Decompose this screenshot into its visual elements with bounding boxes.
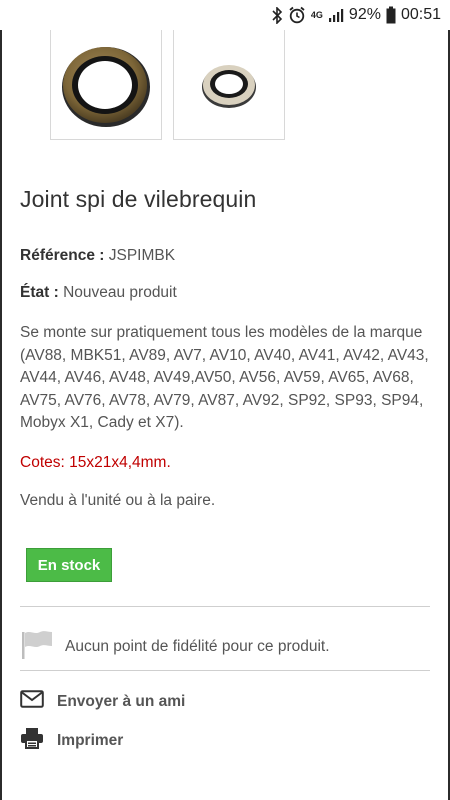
send-to-friend-link[interactable]: Envoyer à un ami <box>20 690 185 713</box>
product-thumbnail-2[interactable] <box>173 30 285 140</box>
bluetooth-icon <box>271 6 283 24</box>
oil-seal-image <box>202 64 256 108</box>
loyalty-text: Aucun point de fidélité pour ce produit. <box>65 637 330 655</box>
loyalty-info: Aucun point de fidélité pour ce produit. <box>20 628 330 665</box>
stock-badge: En stock <box>26 548 112 582</box>
product-dimensions: Cotes: 15x21x4,4mm. <box>20 454 171 471</box>
product-title: Joint spi de vilebrequin <box>20 186 257 212</box>
state-line: État : Nouveau produit <box>20 284 177 302</box>
divider <box>20 670 430 671</box>
reference-label: Référence : <box>20 247 105 264</box>
state-label: État : <box>20 284 59 301</box>
network-type: 4G <box>310 9 323 20</box>
alarm-icon <box>288 6 306 24</box>
battery-percentage: 92% <box>348 6 381 23</box>
status-bar: 4G 92% 00:51 <box>0 0 450 30</box>
clock: 00:51 <box>400 6 441 23</box>
page-frame-left <box>0 30 2 800</box>
network-label: 4G <box>310 9 323 20</box>
reference-value: JSPIMBK <box>108 247 176 264</box>
send-to-friend-label[interactable]: Envoyer à un ami <box>57 693 185 711</box>
print-link[interactable]: Imprimer <box>20 727 123 754</box>
flag-icon <box>20 628 54 665</box>
product-thumbnail-1[interactable] <box>50 30 162 140</box>
envelope-icon <box>20 690 44 713</box>
divider <box>20 606 430 607</box>
oil-seal-image <box>62 46 150 127</box>
battery-icon <box>386 6 396 24</box>
signal-icon <box>328 7 344 23</box>
print-label[interactable]: Imprimer <box>57 732 123 750</box>
product-thumbnails <box>50 30 296 140</box>
product-description: Se monte sur pratiquement tous les modèl… <box>20 324 429 431</box>
reference-line: Référence : JSPIMBK <box>20 247 175 265</box>
state-value: Nouveau produit <box>63 284 177 301</box>
sale-unit: Vendu à l'unité ou à la paire. <box>20 492 216 509</box>
printer-icon <box>20 727 44 754</box>
